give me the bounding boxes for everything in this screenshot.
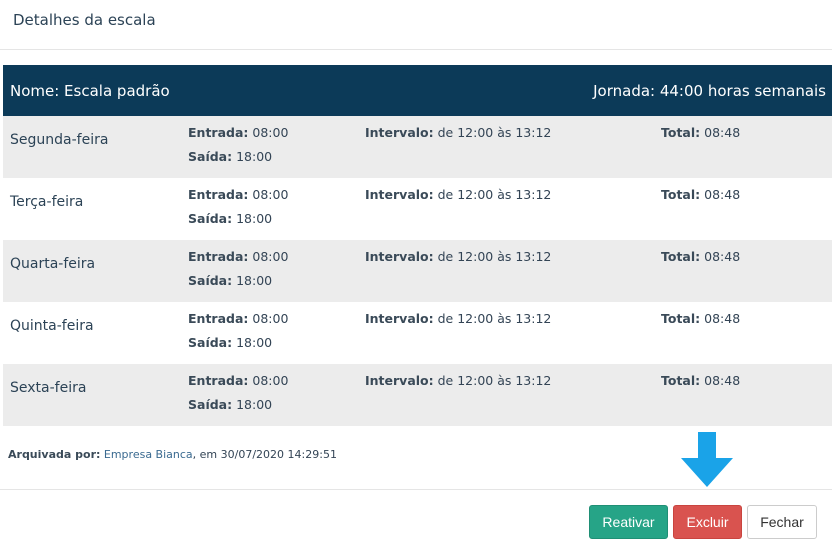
day-row-quarta: Quarta-feira Entrada: 08:00 Saída: 18:00… bbox=[3, 240, 832, 302]
saida-value: Saída: 18:00 bbox=[188, 273, 273, 288]
schedule-header: Nome: Escala padrão Jornada: 44:00 horas… bbox=[3, 65, 832, 116]
entrada-value: Entrada: 08:00 bbox=[188, 373, 289, 388]
entrada-value: Entrada: 08:00 bbox=[188, 311, 289, 326]
day-name: Segunda-feira bbox=[10, 132, 109, 148]
day-name: Quinta-feira bbox=[10, 318, 94, 334]
saida-value: Saída: 18:00 bbox=[188, 149, 273, 164]
day-row-sexta: Sexta-feira Entrada: 08:00 Saída: 18:00 … bbox=[3, 364, 832, 426]
total-value: Total: 08:48 bbox=[661, 125, 741, 140]
day-row-segunda: Segunda-feira Entrada: 08:00 Saída: 18:0… bbox=[3, 116, 832, 178]
archived-info: Arquivada por: Empresa Bianca, em 30/07/… bbox=[8, 448, 337, 461]
entrada-value: Entrada: 08:00 bbox=[188, 125, 289, 140]
excluir-button[interactable]: Excluir bbox=[673, 505, 742, 539]
reativar-button[interactable]: Reativar bbox=[589, 505, 668, 539]
total-value: Total: 08:48 bbox=[661, 311, 741, 326]
schedule-name: Nome: Escala padrão bbox=[10, 81, 170, 100]
intervalo-value: Intervalo: de 12:00 às 13:12 bbox=[365, 125, 552, 140]
archived-label: Arquivada por: bbox=[8, 448, 101, 461]
header-divider bbox=[0, 49, 832, 50]
entrada-value: Entrada: 08:00 bbox=[188, 187, 289, 202]
entrada-value: Entrada: 08:00 bbox=[188, 249, 289, 264]
archived-date: , em 30/07/2020 14:29:51 bbox=[192, 448, 337, 461]
fechar-button[interactable]: Fechar bbox=[747, 505, 817, 539]
intervalo-value: Intervalo: de 12:00 às 13:12 bbox=[365, 249, 552, 264]
day-name: Terça-feira bbox=[10, 194, 84, 210]
total-value: Total: 08:48 bbox=[661, 187, 741, 202]
saida-value: Saída: 18:00 bbox=[188, 211, 273, 226]
arrow-down-icon bbox=[681, 432, 733, 487]
modal-title: Detalhes da escala bbox=[13, 11, 156, 29]
total-value: Total: 08:48 bbox=[661, 373, 741, 388]
saida-value: Saída: 18:00 bbox=[188, 397, 273, 412]
intervalo-value: Intervalo: de 12:00 às 13:12 bbox=[365, 311, 552, 326]
footer-divider bbox=[0, 489, 832, 490]
archived-by-link[interactable]: Empresa Bianca bbox=[104, 448, 193, 461]
schedule-jornada: Jornada: 44:00 horas semanais bbox=[593, 81, 826, 100]
day-name: Quarta-feira bbox=[10, 256, 96, 272]
intervalo-value: Intervalo: de 12:00 às 13:12 bbox=[365, 187, 552, 202]
day-name: Sexta-feira bbox=[10, 380, 87, 396]
day-row-quinta: Quinta-feira Entrada: 08:00 Saída: 18:00… bbox=[3, 302, 832, 364]
intervalo-value: Intervalo: de 12:00 às 13:12 bbox=[365, 373, 552, 388]
total-value: Total: 08:48 bbox=[661, 249, 741, 264]
saida-value: Saída: 18:00 bbox=[188, 335, 273, 350]
day-row-terca: Terça-feira Entrada: 08:00 Saída: 18:00 … bbox=[3, 178, 832, 240]
